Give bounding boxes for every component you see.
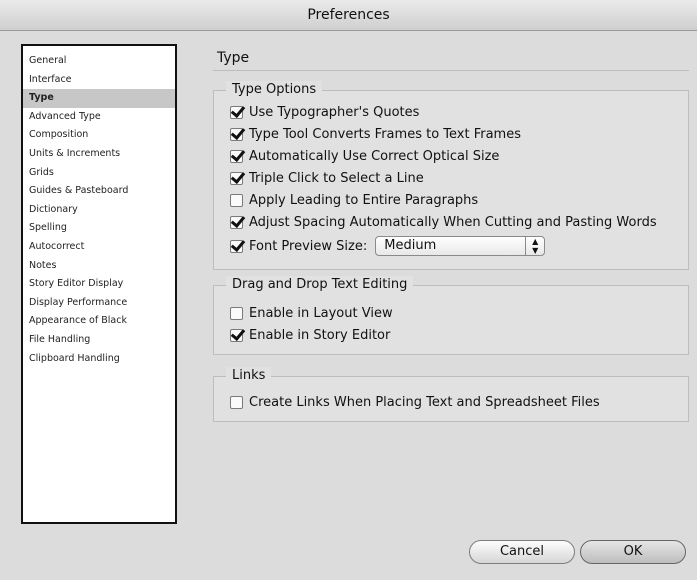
optical-size-checkbox[interactable] bbox=[230, 149, 243, 163]
drag-drop-title: Drag and Drop Text Editing bbox=[226, 276, 414, 294]
use-typographers-quotes-label: Use Typographer's Quotes bbox=[249, 104, 420, 120]
adjust-spacing-label: Adjust Spacing Automatically When Cuttin… bbox=[249, 214, 657, 230]
optical-size-option[interactable]: Automatically Use Correct Optical Size bbox=[230, 146, 499, 166]
sidebar-item-display-performance[interactable]: Display Performance bbox=[23, 294, 175, 313]
triple-click-option[interactable]: Triple Click to Select a Line bbox=[230, 168, 424, 188]
create-links-checkbox[interactable] bbox=[230, 395, 243, 409]
type-options-group: Type Options Use Typographer's Quotes Ty… bbox=[213, 81, 689, 270]
sidebar-item-notes[interactable]: Notes bbox=[23, 257, 175, 276]
select-arrows-icon: ▲ ▼ bbox=[525, 237, 544, 255]
adjust-spacing-checkbox[interactable] bbox=[230, 215, 243, 229]
sidebar-item-general[interactable]: General bbox=[23, 52, 175, 71]
sidebar-item-type[interactable]: Type bbox=[23, 89, 175, 108]
layout-view-label: Enable in Layout View bbox=[249, 305, 393, 321]
preferences-category-list[interactable]: General Interface Type Advanced Type Composi… bbox=[21, 44, 177, 524]
create-links-label: Create Links When Placing Text and Sprea… bbox=[249, 394, 600, 410]
category-list: General Interface Type Advanced Type Composi… bbox=[23, 46, 175, 368]
drag-drop-group: Drag and Drop Text Editing Enable in Lay… bbox=[213, 276, 689, 355]
use-typographers-quotes-option[interactable]: Use Typographer's Quotes bbox=[230, 102, 419, 122]
links-title: Links bbox=[226, 367, 272, 385]
layout-view-option[interactable]: Enable in Layout View bbox=[230, 303, 393, 323]
use-typographers-quotes-checkbox[interactable] bbox=[230, 105, 243, 119]
font-preview-option[interactable]: Font Preview Size: Medium ▲ ▼ bbox=[230, 236, 546, 256]
triple-click-checkbox[interactable] bbox=[230, 171, 243, 185]
convert-frames-label: Type Tool Converts Frames to Text Frames bbox=[249, 126, 521, 142]
sidebar-item-advanced-type[interactable]: Advanced Type bbox=[23, 108, 175, 127]
sidebar-item-grids[interactable]: Grids bbox=[23, 164, 175, 183]
layout-view-checkbox[interactable] bbox=[230, 306, 243, 320]
sidebar-item-file-handling[interactable]: File Handling bbox=[23, 331, 175, 350]
sidebar-item-interface[interactable]: Interface bbox=[23, 71, 175, 90]
font-preview-label: Font Preview Size: bbox=[249, 238, 368, 254]
sidebar-item-units-increments[interactable]: Units & Increments bbox=[23, 145, 175, 164]
sidebar-item-story-editor-display[interactable]: Story Editor Display bbox=[23, 275, 175, 294]
window-title: Preferences bbox=[0, 0, 697, 31]
cancel-button[interactable]: Cancel bbox=[469, 540, 575, 564]
sidebar-item-appearance-of-black[interactable]: Appearance of Black bbox=[23, 312, 175, 331]
story-editor-label: Enable in Story Editor bbox=[249, 327, 391, 343]
convert-frames-checkbox[interactable] bbox=[230, 127, 243, 141]
leading-paragraphs-option[interactable]: Apply Leading to Entire Paragraphs bbox=[230, 190, 478, 210]
optical-size-label: Automatically Use Correct Optical Size bbox=[249, 148, 500, 164]
pane-title: Type bbox=[217, 50, 250, 66]
font-preview-checkbox[interactable] bbox=[230, 239, 243, 253]
leading-paragraphs-label: Apply Leading to Entire Paragraphs bbox=[249, 192, 479, 208]
font-preview-size-select[interactable]: Medium ▲ ▼ bbox=[375, 236, 546, 256]
preferences-window: Preferences General Interface Type Advanced… bbox=[0, 0, 697, 580]
create-links-option[interactable]: Create Links When Placing Text and Sprea… bbox=[230, 392, 600, 412]
type-options-title: Type Options bbox=[226, 81, 323, 99]
story-editor-option[interactable]: Enable in Story Editor bbox=[230, 325, 390, 345]
sidebar-item-guides-pasteboard[interactable]: Guides & Pasteboard bbox=[23, 182, 175, 201]
triple-click-label: Triple Click to Select a Line bbox=[249, 170, 424, 186]
links-group: Links Create Links When Placing Text and… bbox=[213, 367, 689, 422]
ok-button[interactable]: OK bbox=[580, 540, 686, 564]
sidebar-item-composition[interactable]: Composition bbox=[23, 126, 175, 145]
pane-title-divider bbox=[213, 70, 689, 71]
sidebar-item-spelling[interactable]: Spelling bbox=[23, 219, 175, 238]
font-preview-size-value: Medium bbox=[384, 238, 437, 253]
convert-frames-option[interactable]: Type Tool Converts Frames to Text Frames bbox=[230, 124, 521, 144]
adjust-spacing-option[interactable]: Adjust Spacing Automatically When Cuttin… bbox=[230, 212, 657, 232]
sidebar-item-clipboard-handling[interactable]: Clipboard Handling bbox=[23, 350, 175, 369]
sidebar-item-autocorrect[interactable]: Autocorrect bbox=[23, 238, 175, 257]
sidebar-item-dictionary[interactable]: Dictionary bbox=[23, 201, 175, 220]
leading-paragraphs-checkbox[interactable] bbox=[230, 193, 243, 207]
story-editor-checkbox[interactable] bbox=[230, 328, 243, 342]
